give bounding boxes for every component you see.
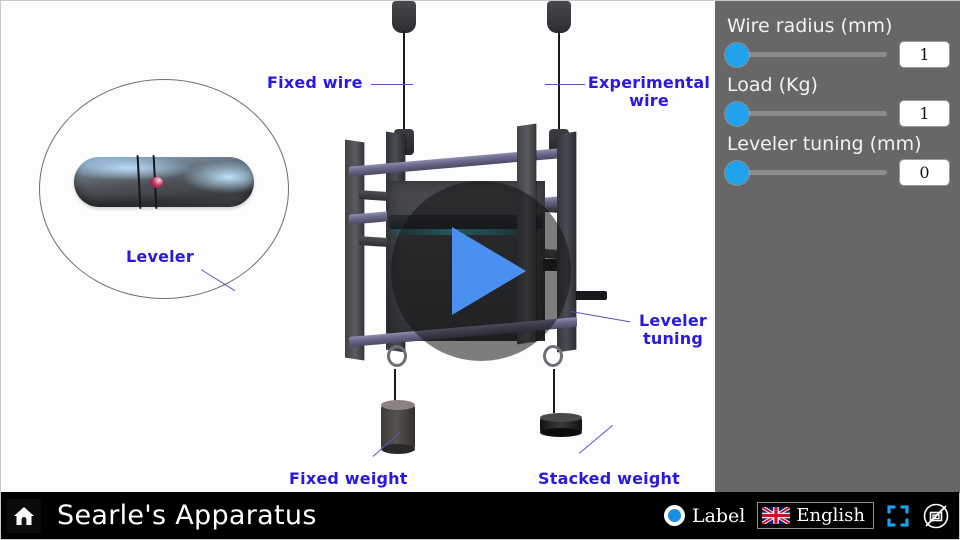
- control-label-wire-radius: Wire radius (mm): [727, 15, 893, 37]
- radio-inner-dot: [667, 509, 681, 522]
- corner-mark: [898, 99, 904, 105]
- slider-leveler-tuning[interactable]: [725, 160, 893, 186]
- annotation-leveler: Leveler: [126, 247, 194, 266]
- slider-thumb-wire-radius[interactable]: [725, 42, 749, 67]
- play-icon: [452, 227, 526, 315]
- corner-mark: [898, 40, 904, 46]
- stacked-weight-disc: [540, 413, 582, 437]
- uk-flag-icon: [762, 507, 791, 524]
- bottom-bar: Searle's Apparatus Label English: [1, 492, 959, 539]
- leader-line-experimental-wire: [545, 84, 585, 85]
- corner-mark: [945, 158, 951, 164]
- corner-mark: [945, 181, 951, 187]
- slider-thumb-load[interactable]: [725, 101, 749, 126]
- control-panel: Wire radius (mm) 1 Load (Kg) 1 Leveler t…: [715, 1, 960, 493]
- control-load: Load (Kg) 1: [715, 74, 960, 128]
- value-text-load: 1: [919, 104, 930, 123]
- home-button[interactable]: [7, 498, 41, 533]
- leader-line-stacked-weight: [578, 424, 614, 454]
- play-button[interactable]: [391, 181, 571, 361]
- value-text-leveler-tuning: 0: [919, 163, 930, 182]
- radio-selected-icon: [663, 505, 685, 526]
- leader-line-fixed-wire: [371, 84, 413, 85]
- slider-track-wire-radius: [737, 52, 887, 57]
- frame-beam-top: [349, 147, 571, 177]
- label-toggle[interactable]: Label: [663, 504, 746, 527]
- simulation-stage[interactable]: Fixed wire Experimental wire Leveler Lev…: [1, 1, 715, 493]
- slider-track-load: [737, 111, 887, 116]
- control-wire-radius: Wire radius (mm) 1: [715, 15, 960, 69]
- leveler-bubble: [150, 177, 163, 188]
- no-copy-button[interactable]: [922, 502, 950, 530]
- corner-mark: [898, 63, 904, 69]
- value-text-wire-radius: 1: [919, 45, 930, 64]
- experimental-wire-strand: [558, 31, 560, 131]
- stacked-weight-hanger: [553, 369, 555, 413]
- control-label-load: Load (Kg): [727, 74, 818, 96]
- fixed-wire-strand: [403, 31, 405, 131]
- experimental-wire-top-clamp: [547, 1, 571, 33]
- slider-track-leveler-tuning: [737, 170, 887, 175]
- no-copy-icon: [923, 503, 949, 528]
- value-box-load[interactable]: 1: [898, 99, 951, 128]
- home-icon: [14, 506, 34, 525]
- corner-mark: [898, 122, 904, 128]
- control-leveler-tuning: Leveler tuning (mm) 0: [715, 133, 960, 187]
- fixed-wire-top-clamp: [392, 1, 416, 33]
- leveler-capsule: [74, 154, 254, 210]
- slider-load[interactable]: [725, 101, 893, 127]
- annotation-experimental-wire: Experimental wire: [587, 73, 711, 110]
- value-box-leveler-tuning[interactable]: 0: [898, 158, 951, 187]
- annotation-stacked-weight: Stacked weight: [538, 469, 680, 488]
- annotation-leveler-tuning: Leveler tuning: [639, 311, 707, 348]
- fixed-weight-hook: [387, 345, 407, 367]
- simulation-app: Fixed wire Experimental wire Leveler Lev…: [0, 0, 960, 540]
- bottom-bar-actions: Label English: [663, 502, 959, 530]
- language-selector[interactable]: English: [757, 502, 874, 529]
- corner-mark: [945, 40, 951, 46]
- corner-mark: [945, 99, 951, 105]
- stacked-weight-hook: [543, 345, 563, 367]
- corner-mark: [945, 122, 951, 128]
- annotation-fixed-wire: Fixed wire: [267, 73, 363, 92]
- fullscreen-icon: [887, 504, 909, 527]
- language-label: English: [796, 505, 865, 526]
- page-title: Searle's Apparatus: [57, 500, 317, 531]
- annotation-fixed-weight: Fixed weight: [289, 469, 408, 488]
- corner-mark: [898, 158, 904, 164]
- corner-mark: [945, 63, 951, 69]
- value-box-wire-radius[interactable]: 1: [898, 40, 951, 69]
- slider-thumb-leveler-tuning[interactable]: [725, 160, 749, 185]
- slider-wire-radius[interactable]: [725, 42, 893, 68]
- control-label-leveler-tuning: Leveler tuning (mm): [727, 133, 922, 155]
- leveler-ring-left: [136, 154, 142, 210]
- label-toggle-text: Label: [691, 504, 746, 527]
- fullscreen-button[interactable]: [886, 504, 910, 528]
- corner-mark: [898, 181, 904, 187]
